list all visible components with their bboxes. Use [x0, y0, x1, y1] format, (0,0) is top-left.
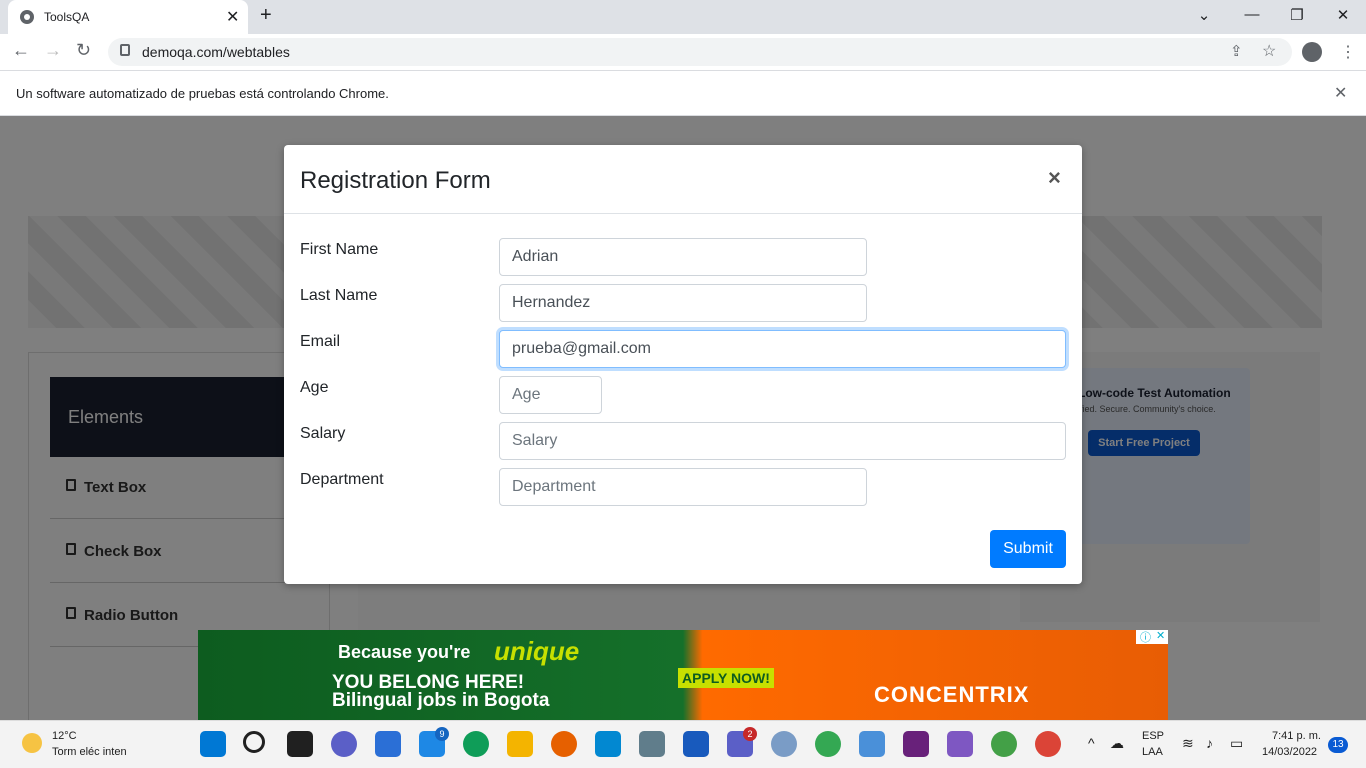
edge-icon[interactable] — [463, 731, 489, 757]
browser-toolbar: ← → ↻ demoqa.com/webtables ⇪ ☆ ⋮ — [0, 34, 1366, 71]
first-name-label: First Name — [300, 241, 379, 258]
tab-close-icon[interactable]: ✕ — [226, 7, 239, 27]
chrome-automation-icon[interactable] — [815, 731, 841, 757]
last-name-input[interactable]: Hernandez — [499, 284, 867, 322]
menu-kebab-icon[interactable]: ⋮ — [1340, 42, 1356, 62]
lock-icon — [120, 44, 130, 56]
tab-strip: ToolsQA ✕ + ⌄ — ❐ ✕ — [0, 0, 1366, 34]
bottom-ad-banner[interactable]: Because you're unique YOU BELONG HERE! B… — [198, 630, 1168, 720]
age-label: Age — [300, 379, 329, 396]
age-input[interactable]: Age — [499, 376, 602, 414]
email-label: Email — [300, 333, 341, 350]
first-name-input[interactable]: Adrian — [499, 238, 867, 276]
ad-info-icon[interactable]: ⓘ — [1140, 629, 1151, 645]
notification-badge[interactable]: 13 — [1328, 737, 1348, 753]
teams-badge: 2 — [743, 727, 757, 741]
volume-icon[interactable]: ♪ — [1206, 735, 1213, 751]
profile-avatar-icon[interactable] — [1302, 42, 1322, 62]
registration-modal: Registration Form × First Name Adrian La… — [284, 145, 1082, 584]
share-icon[interactable]: ⇪ — [1230, 42, 1243, 60]
chrome-icon[interactable] — [1035, 731, 1061, 757]
modal-close-icon[interactable]: × — [1048, 165, 1061, 191]
network-app-icon[interactable] — [991, 731, 1017, 757]
battery-icon[interactable]: ▭ — [1230, 735, 1243, 752]
automation-infobar: Un software automatizado de pruebas está… — [0, 71, 1366, 116]
clock-time[interactable]: 7:41 p. m. — [1272, 730, 1321, 742]
browser-tab[interactable]: ToolsQA ✕ — [8, 0, 248, 34]
minimize-icon[interactable]: — — [1242, 6, 1262, 23]
ad-brand-logo: CONCENTRIX — [874, 682, 1030, 707]
ad-apply-button[interactable]: APPLY NOW! — [678, 668, 774, 688]
restore-icon[interactable]: ❐ — [1287, 6, 1307, 24]
tab-search-chevron-icon[interactable]: ⌄ — [1194, 6, 1214, 24]
infobar-close-icon[interactable]: ✕ — [1334, 83, 1347, 103]
store-icon[interactable] — [375, 731, 401, 757]
ad-line-3: Bilingual jobs in Bogota — [332, 690, 550, 711]
notepad-icon[interactable] — [595, 731, 621, 757]
modal-title: Registration Form — [300, 167, 491, 194]
firefox-icon[interactable] — [551, 731, 577, 757]
ad-close-icon[interactable]: ✕ — [1156, 629, 1165, 642]
bookmark-star-icon[interactable]: ☆ — [1262, 41, 1276, 61]
salary-label: Salary — [300, 425, 346, 442]
task-view-icon[interactable] — [287, 731, 313, 757]
ad-choices[interactable]: ⓘ ✕ — [1136, 630, 1168, 644]
forward-icon[interactable]: → — [44, 40, 62, 61]
weather-condition: Torm eléc inten — [52, 746, 127, 758]
url-text: demoqa.com/webtables — [142, 44, 290, 60]
department-input[interactable]: Department — [499, 468, 867, 506]
weather-icon[interactable] — [22, 733, 42, 753]
address-bar[interactable]: demoqa.com/webtables ⇪ ☆ — [108, 38, 1292, 66]
language-code[interactable]: ESP — [1142, 730, 1164, 742]
calculator-icon[interactable] — [639, 731, 665, 757]
windows-taskbar: 12°C Torm eléc inten 9 2 ^ ☁ ESP LAA ≋ ♪… — [0, 720, 1366, 768]
close-window-icon[interactable]: ✕ — [1333, 6, 1353, 24]
last-name-label: Last Name — [300, 287, 378, 304]
reload-icon[interactable]: ↻ — [76, 40, 91, 61]
ad-unique-word: unique — [494, 636, 580, 666]
vscode-icon[interactable] — [947, 731, 973, 757]
ad-line-1: Because you're — [338, 642, 471, 662]
file-explorer-icon[interactable] — [507, 731, 533, 757]
back-icon[interactable]: ← — [12, 40, 30, 61]
tray-chevron-icon[interactable]: ^ — [1088, 735, 1095, 751]
start-icon[interactable] — [200, 731, 226, 757]
modal-divider — [284, 213, 1082, 214]
new-tab-button[interactable]: + — [260, 4, 272, 27]
word-icon[interactable] — [683, 731, 709, 757]
tab-title: ToolsQA — [44, 10, 90, 24]
salary-input[interactable]: Salary — [499, 422, 1066, 460]
mail-badge: 9 — [435, 727, 449, 741]
search-icon[interactable] — [243, 731, 265, 753]
email-input[interactable]: prueba@gmail.com — [499, 330, 1066, 368]
infobar-text: Un software automatizado de pruebas está… — [16, 86, 389, 101]
weather-temperature: 12°C — [52, 730, 77, 742]
globe-icon — [20, 10, 34, 24]
submit-button[interactable]: Submit — [990, 530, 1066, 568]
language-region[interactable]: LAA — [1142, 746, 1163, 758]
visual-studio-icon[interactable] — [903, 731, 929, 757]
control-panel-icon[interactable] — [859, 731, 885, 757]
clock-date[interactable]: 14/03/2022 — [1262, 746, 1317, 758]
wifi-icon[interactable]: ≋ — [1182, 735, 1194, 752]
r-app-icon[interactable] — [771, 731, 797, 757]
department-label: Department — [300, 471, 384, 488]
onedrive-icon[interactable]: ☁ — [1110, 735, 1124, 752]
chat-icon[interactable] — [331, 731, 357, 757]
